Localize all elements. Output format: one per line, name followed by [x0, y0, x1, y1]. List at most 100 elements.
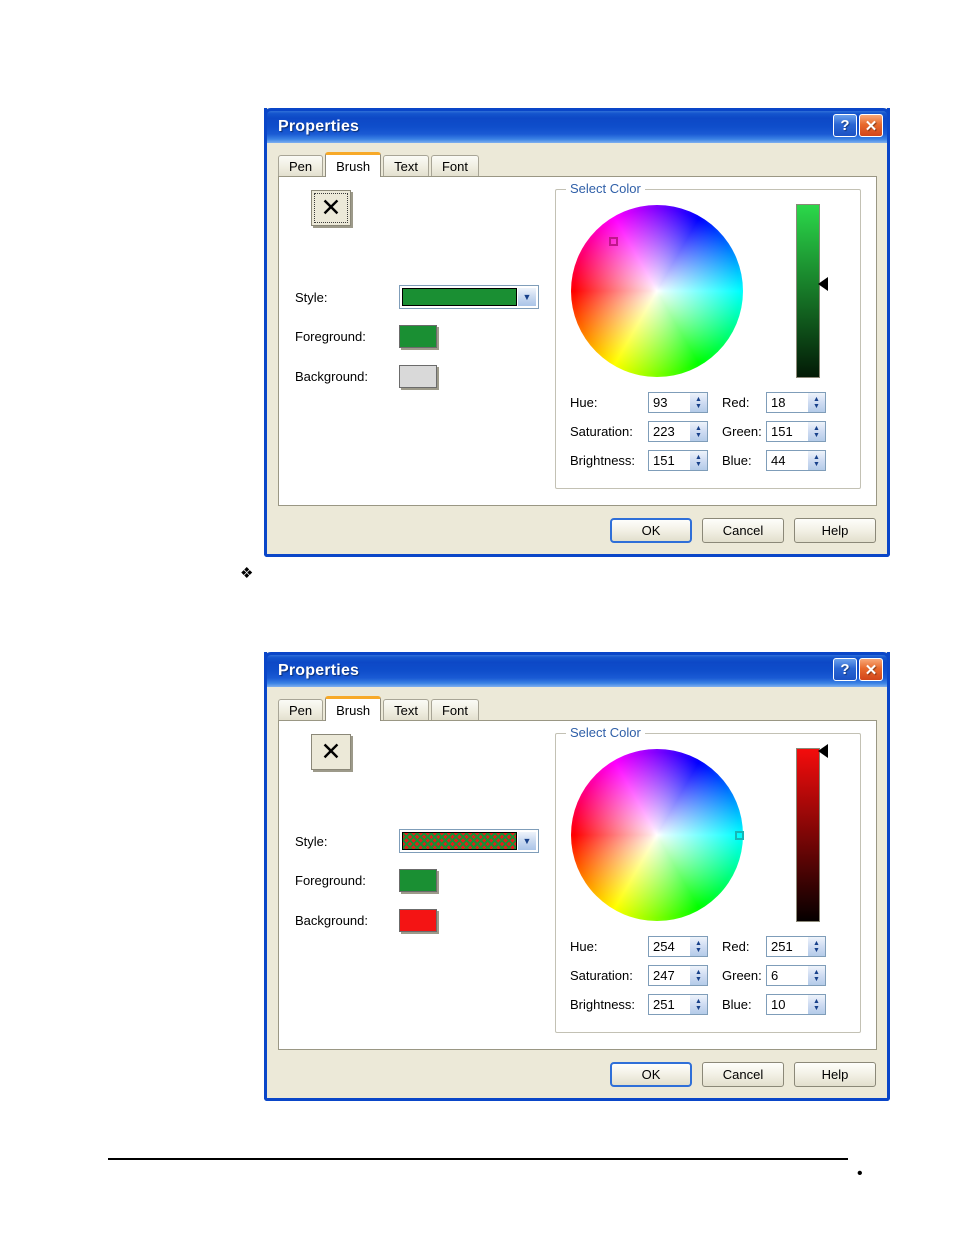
brightness-spinner[interactable]: 151 ▲ ▼	[648, 450, 708, 471]
help-button[interactable]: Help	[794, 517, 876, 543]
hue-value[interactable]: 254	[649, 937, 689, 956]
tab-text[interactable]: Text	[383, 155, 429, 176]
brush-preview-button[interactable]: ✕	[311, 734, 351, 770]
style-combobox[interactable]: ▼	[399, 285, 539, 309]
ok-button[interactable]: OK	[610, 517, 692, 543]
red-spinner[interactable]: 18 ▲ ▼	[766, 392, 826, 413]
brightness-slider-thumb[interactable]	[818, 744, 828, 759]
color-wheel[interactable]	[571, 749, 744, 921]
green-field: Green: 151 ▲ ▼	[722, 421, 826, 442]
blue-field: Blue: 44 ▲ ▼	[722, 450, 826, 471]
chevron-down-icon[interactable]: ▼	[517, 832, 536, 850]
background-color-button[interactable]	[399, 909, 437, 932]
help-icon[interactable]: ?	[833, 658, 857, 681]
hue-red-row: Hue: 93 ▲ ▼ Red: 18 ▲ ▼	[570, 392, 852, 413]
saturation-label: Saturation:	[570, 424, 633, 439]
hue-spinner[interactable]: 93 ▲ ▼	[648, 392, 708, 413]
red-spinner[interactable]: 251 ▲ ▼	[766, 936, 826, 957]
brightness-value[interactable]: 151	[649, 451, 689, 470]
green-value[interactable]: 6	[767, 966, 807, 985]
green-value[interactable]: 151	[767, 422, 807, 441]
spinner-arrows-icon[interactable]: ▲ ▼	[807, 995, 825, 1014]
saturation-value[interactable]: 247	[649, 966, 689, 985]
spinner-arrows-icon[interactable]: ▲ ▼	[807, 393, 825, 412]
tab-font[interactable]: Font	[430, 699, 479, 720]
help-icon[interactable]: ?	[833, 114, 857, 137]
red-value[interactable]: 18	[767, 393, 807, 412]
blue-spinner[interactable]: 10 ▲ ▼	[766, 994, 826, 1015]
spinner-arrows-icon[interactable]: ▲ ▼	[807, 937, 825, 956]
hue-value[interactable]: 93	[649, 393, 689, 412]
chevron-down-icon[interactable]: ▼	[517, 288, 536, 306]
color-wheel-cursor[interactable]	[609, 237, 618, 247]
blue-spinner[interactable]: 44 ▲ ▼	[766, 450, 826, 471]
background-color-button[interactable]	[399, 365, 437, 388]
foreground-color-button[interactable]	[399, 869, 437, 892]
brightness-slider[interactable]	[796, 204, 820, 378]
spinner-arrows-icon[interactable]: ▲ ▼	[689, 966, 707, 985]
spinner-arrows-icon[interactable]: ▲ ▼	[689, 937, 707, 956]
decorative-bullet-icon: ❖	[240, 565, 254, 582]
blue-value[interactable]: 44	[767, 451, 807, 470]
saturation-field: Saturation: 247 ▲ ▼	[570, 965, 722, 986]
titlebar[interactable]: Properties ? ✕	[264, 108, 890, 143]
tab-brush[interactable]: Brush	[325, 152, 382, 177]
saturation-value[interactable]: 223	[649, 422, 689, 441]
foreground-label: Foreground:	[295, 873, 366, 888]
titlebar-buttons: ? ✕	[833, 658, 883, 681]
spinner-arrows-icon[interactable]: ▲ ▼	[689, 422, 707, 441]
brightness-blue-row: Brightness: 251 ▲ ▼ Blue: 10 ▲ ▼	[570, 994, 852, 1015]
red-label: Red:	[722, 395, 750, 410]
tab-font[interactable]: Font	[430, 155, 479, 176]
red-value[interactable]: 251	[767, 937, 807, 956]
spinner-arrows-icon[interactable]: ▲ ▼	[689, 451, 707, 470]
cancel-button[interactable]: Cancel	[702, 1061, 784, 1087]
titlebar[interactable]: Properties ? ✕	[264, 652, 890, 687]
footer-bullet-icon: •	[857, 1165, 863, 1182]
foreground-label: Foreground:	[295, 329, 366, 344]
tab-text[interactable]: Text	[383, 699, 429, 720]
spinner-arrows-icon[interactable]: ▲ ▼	[689, 393, 707, 412]
hue-red-row: Hue: 254 ▲ ▼ Red: 251 ▲ ▼	[570, 936, 852, 957]
brush-preview-button[interactable]: ✕	[311, 190, 351, 226]
brightness-value[interactable]: 251	[649, 995, 689, 1014]
dialog-button-bar: OK Cancel Help	[267, 506, 887, 554]
close-icon[interactable]: ✕	[859, 658, 883, 681]
saturation-spinner[interactable]: 247 ▲ ▼	[648, 965, 708, 986]
green-spinner[interactable]: 151 ▲ ▼	[766, 421, 826, 442]
green-spinner[interactable]: 6 ▲ ▼	[766, 965, 826, 986]
color-wheel-cursor[interactable]	[734, 831, 744, 840]
style-preview-swatch	[402, 288, 517, 306]
saturation-spinner[interactable]: 223 ▲ ▼	[648, 421, 708, 442]
tab-brush[interactable]: Brush	[325, 696, 382, 721]
style-combobox[interactable]: ▼	[399, 829, 539, 853]
green-field: Green: 6 ▲ ▼	[722, 965, 826, 986]
spinner-arrows-icon[interactable]: ▲ ▼	[807, 966, 825, 985]
spinner-arrows-icon[interactable]: ▲ ▼	[807, 422, 825, 441]
brightness-field: Brightness: 251 ▲ ▼	[570, 994, 722, 1015]
blue-label: Blue:	[722, 997, 752, 1012]
color-wheel[interactable]	[571, 205, 743, 377]
tab-pen[interactable]: Pen	[278, 699, 324, 720]
cancel-button[interactable]: Cancel	[702, 517, 784, 543]
brightness-slider-thumb[interactable]	[818, 277, 828, 292]
background-row: Background:	[295, 909, 545, 932]
spinner-arrows-icon[interactable]: ▲ ▼	[689, 995, 707, 1014]
tab-pen[interactable]: Pen	[278, 155, 324, 176]
red-label: Red:	[722, 939, 750, 954]
foreground-row: Foreground:	[295, 869, 545, 892]
blue-value[interactable]: 10	[767, 995, 807, 1014]
ok-button[interactable]: OK	[610, 1061, 692, 1087]
close-icon[interactable]: ✕	[859, 114, 883, 137]
brightness-field: Brightness: 151 ▲ ▼	[570, 450, 722, 471]
blue-field: Blue: 10 ▲ ▼	[722, 994, 826, 1015]
saturation-green-row: Saturation: 223 ▲ ▼ Green: 151 ▲ ▼	[570, 421, 852, 442]
brightness-label: Brightness:	[570, 997, 636, 1012]
spinner-arrows-icon[interactable]: ▲ ▼	[807, 451, 825, 470]
brightness-slider[interactable]	[796, 748, 820, 922]
hue-spinner[interactable]: 254 ▲ ▼	[648, 936, 708, 957]
brightness-spinner[interactable]: 251 ▲ ▼	[648, 994, 708, 1015]
foreground-color-button[interactable]	[399, 325, 437, 348]
help-button[interactable]: Help	[794, 1061, 876, 1087]
color-values-grid: Hue: 254 ▲ ▼ Red: 251 ▲ ▼ Saturation: 24…	[570, 936, 852, 1023]
